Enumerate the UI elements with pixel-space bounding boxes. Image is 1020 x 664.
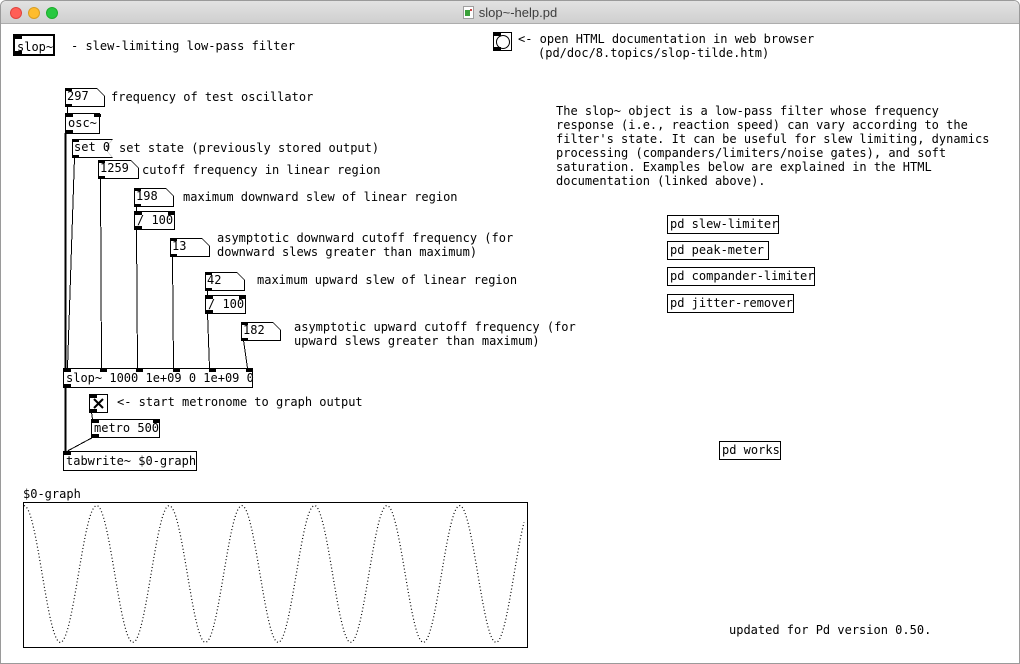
outlet-nub[interactable] <box>205 288 212 291</box>
comment-cutoff-linear: cutoff frequency in linear region <box>142 163 380 177</box>
comment-start-metro: <- start metronome to graph output <box>117 395 363 409</box>
comment-open-docs-1: <- open HTML documentation in web browse… <box>518 32 814 46</box>
outlet-nub[interactable] <box>134 204 141 207</box>
inlet-nub[interactable] <box>92 420 99 423</box>
slop-tilde-reference-box-label: slop~ <box>17 37 53 57</box>
inlet-nub[interactable] <box>98 160 105 163</box>
inlet-nub[interactable] <box>494 33 501 36</box>
outlet-nub[interactable] <box>64 384 71 387</box>
inlet-nub[interactable] <box>100 369 107 372</box>
object-box-slop-main-label: slop~ 1000 1e+09 0 1e+09 0 <box>66 369 254 387</box>
inlet-nub[interactable] <box>64 369 71 372</box>
inlet-nub[interactable] <box>94 114 101 117</box>
object-box-div100-b[interactable]: / 100 <box>205 295 246 314</box>
comment-version: updated for Pd version 0.50. <box>729 623 931 637</box>
number-box-42[interactable]: 42 <box>205 272 245 291</box>
outlet-nub[interactable] <box>494 47 501 50</box>
subpatch-works-label: pd works <box>722 442 780 459</box>
close-button[interactable] <box>10 7 22 19</box>
comment-tagline: - slew-limiting low-pass filter <box>71 39 295 53</box>
subpatch-works[interactable]: pd works <box>719 441 781 460</box>
pd-patch-window: slop~-help.pd slop~ 297 osc~ set 0 1259 198 / … <box>0 0 1020 664</box>
number-box-13[interactable]: 13 <box>170 238 210 257</box>
outlet-nub[interactable] <box>206 310 213 313</box>
subpatch-compander-limiter-label: pd compander-limiter <box>670 268 815 285</box>
document-icon <box>463 6 474 19</box>
title-bar[interactable]: slop~-help.pd <box>1 1 1019 24</box>
inlet-nub[interactable] <box>15 36 22 39</box>
inlet-nub[interactable] <box>135 212 142 215</box>
outlet-nub[interactable] <box>65 104 72 107</box>
inlet-nub[interactable] <box>170 238 177 241</box>
inlet-nub[interactable] <box>205 272 212 275</box>
subpatch-compander-limiter[interactable]: pd compander-limiter <box>667 267 815 286</box>
comment-asymptotic-down: asymptotic downward cutoff frequency (fo… <box>217 231 513 259</box>
comment-max-downward: maximum downward slew of linear region <box>183 190 458 204</box>
object-box-osc[interactable]: osc~ <box>65 113 100 134</box>
inlet-nub[interactable] <box>239 296 246 299</box>
comment-max-upward: maximum upward slew of linear region <box>257 273 517 287</box>
outlet-nub[interactable] <box>15 51 22 54</box>
open-docs-bang[interactable] <box>493 32 512 51</box>
object-box-tabwrite[interactable]: tabwrite~ $0-graph <box>63 451 197 471</box>
inlet-nub[interactable] <box>64 452 71 455</box>
number-box-198[interactable]: 198 <box>134 188 174 207</box>
inlet-nub[interactable] <box>209 369 216 372</box>
number-box-297[interactable]: 297 <box>65 88 105 107</box>
comment-description: The slop~ object is a low-pass filter wh… <box>556 104 989 188</box>
inlet-nub[interactable] <box>90 395 97 398</box>
message-box-set-0[interactable]: set 0 <box>72 139 113 158</box>
inlet-nub[interactable] <box>65 88 72 91</box>
outlet-nub[interactable] <box>72 155 79 158</box>
comment-open-docs-2: (pd/doc/8.topics/slop-tilde.htm) <box>538 46 769 60</box>
title-group: slop~-help.pd <box>463 5 557 20</box>
subpatch-slew-limiter-label: pd slew-limiter <box>670 216 778 233</box>
toggle-start-metronome[interactable] <box>89 394 108 413</box>
inlet-nub[interactable] <box>246 369 253 372</box>
subpatch-peak-meter[interactable]: pd peak-meter <box>667 241 769 260</box>
comment-freq-test: frequency of test oscillator <box>111 90 313 104</box>
subpatch-jitter-remover-label: pd jitter-remover <box>670 295 793 312</box>
message-box-set-0-label: set 0 <box>74 139 110 156</box>
comment-set-state: set state (previously stored output) <box>119 141 379 155</box>
number-box-182[interactable]: 182 <box>241 322 281 341</box>
inlet-nub[interactable] <box>206 296 213 299</box>
waveform-trace <box>24 503 525 645</box>
subpatch-jitter-remover[interactable]: pd jitter-remover <box>667 294 794 313</box>
inlet-nub[interactable] <box>168 212 175 215</box>
comment-graph-label: $0-graph <box>23 487 81 501</box>
inlet-nub[interactable] <box>134 188 141 191</box>
slop-tilde-reference-box[interactable]: slop~ <box>13 34 55 56</box>
object-box-div100-a[interactable]: / 100 <box>134 211 175 230</box>
outlet-nub[interactable] <box>241 338 248 341</box>
array-graph <box>23 502 528 648</box>
outlet-nub[interactable] <box>170 254 177 257</box>
zoom-button[interactable] <box>46 7 58 19</box>
outlet-nub[interactable] <box>98 176 105 179</box>
inlet-nub[interactable] <box>173 369 180 372</box>
object-box-metro-label: metro 500 <box>94 420 159 437</box>
inlet-nub[interactable] <box>136 369 143 372</box>
subpatch-slew-limiter[interactable]: pd slew-limiter <box>667 215 779 234</box>
object-box-slop-main[interactable]: slop~ 1000 1e+09 0 1e+09 0 <box>63 368 253 388</box>
outlet-nub[interactable] <box>135 226 142 229</box>
inlet-nub[interactable] <box>66 114 73 117</box>
window-title: slop~-help.pd <box>479 5 557 20</box>
inlet-nub[interactable] <box>72 139 79 142</box>
outlet-nub[interactable] <box>92 434 99 437</box>
outlet-nub[interactable] <box>90 409 97 412</box>
inlet-nub[interactable] <box>153 420 160 423</box>
subpatch-peak-meter-label: pd peak-meter <box>670 242 764 259</box>
object-box-metro[interactable]: metro 500 <box>91 419 160 438</box>
object-box-tabwrite-label: tabwrite~ $0-graph <box>66 452 196 470</box>
inlet-nub[interactable] <box>241 322 248 325</box>
number-box-1259[interactable]: 1259 <box>98 160 139 179</box>
comment-asymptotic-up: asymptotic upward cutoff frequency (for … <box>294 320 576 348</box>
minimize-button[interactable] <box>28 7 40 19</box>
outlet-nub[interactable] <box>66 130 73 133</box>
